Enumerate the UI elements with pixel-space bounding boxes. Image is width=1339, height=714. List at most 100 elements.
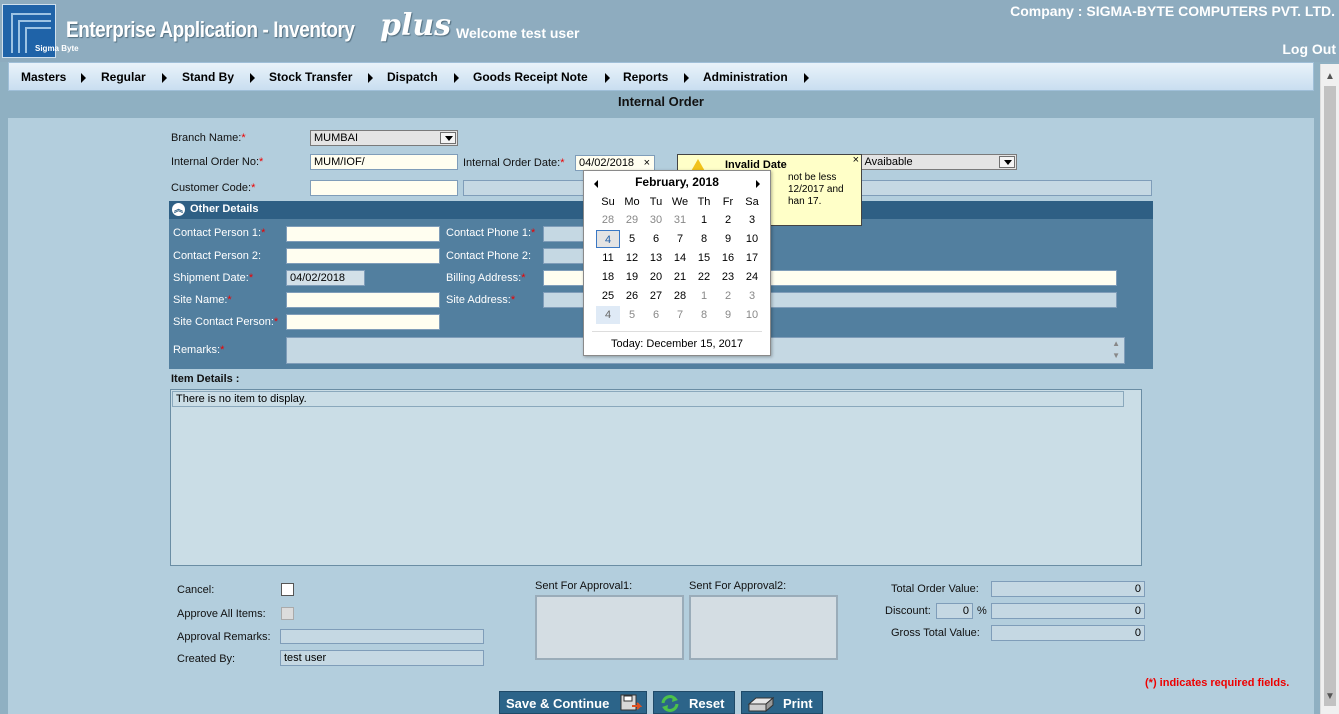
- calendar-day[interactable]: 2: [716, 287, 740, 305]
- branch-select[interactable]: MUMBAI: [310, 130, 458, 146]
- calendar-day[interactable]: 19: [620, 268, 644, 286]
- menu-arrow-icon: [684, 73, 689, 83]
- calendar-day[interactable]: 20: [644, 268, 668, 286]
- calendar-day[interactable]: 29: [620, 211, 644, 229]
- contact-person2-input[interactable]: [286, 248, 440, 264]
- calendar-day[interactable]: 30: [644, 211, 668, 229]
- shipment-date-input[interactable]: 04/02/2018: [286, 270, 365, 286]
- menu-arrow-icon: [605, 73, 610, 83]
- menu-dispatch[interactable]: Dispatch: [387, 70, 438, 84]
- clear-date-icon[interactable]: ×: [644, 157, 650, 169]
- chevron-down-icon[interactable]: [999, 156, 1015, 168]
- calendar-day[interactable]: 1: [692, 211, 716, 229]
- site-name-input[interactable]: [286, 292, 440, 308]
- calendar-day[interactable]: 3: [740, 211, 764, 229]
- textarea-scroll-icon[interactable]: ▲ ▼: [1112, 338, 1120, 362]
- calendar-day[interactable]: 7: [668, 230, 692, 248]
- calendar-day[interactable]: 10: [740, 230, 764, 248]
- calendar-day[interactable]: 28: [668, 287, 692, 305]
- collapse-up-icon[interactable]: ︽: [172, 203, 185, 216]
- approve-all-checkbox[interactable]: [281, 607, 294, 620]
- site-contact-input[interactable]: [286, 314, 440, 330]
- customer-code-input[interactable]: [310, 180, 458, 196]
- status-select[interactable]: t Avaibable: [855, 154, 1017, 170]
- calendar-day[interactable]: 21: [668, 268, 692, 286]
- calendar-weekday: Th: [697, 196, 711, 208]
- calendar-day[interactable]: 11: [596, 249, 620, 267]
- calendar-day[interactable]: 16: [716, 249, 740, 267]
- menu-stock-transfer[interactable]: Stock Transfer: [269, 70, 352, 84]
- other-details-title: Other Details: [190, 203, 259, 215]
- menu-reports[interactable]: Reports: [623, 70, 668, 84]
- calendar-day[interactable]: 17: [740, 249, 764, 267]
- calendar-day[interactable]: 2: [716, 211, 740, 229]
- scroll-up-icon[interactable]: ▲: [1321, 68, 1339, 86]
- calendar-day[interactable]: 6: [644, 306, 668, 324]
- app-title: Enterprise Application - Inventory: [66, 17, 355, 42]
- menu-stand-by[interactable]: Stand By: [182, 70, 234, 84]
- calendar-day[interactable]: 3: [740, 287, 764, 305]
- calendar-day[interactable]: 28: [596, 211, 620, 229]
- save-disk-icon: [620, 694, 642, 711]
- menu-masters[interactable]: Masters: [21, 70, 66, 84]
- calendar-day[interactable]: 13: [644, 249, 668, 267]
- scroll-down-icon[interactable]: ▼: [1321, 688, 1339, 706]
- close-icon[interactable]: ×: [853, 154, 859, 166]
- site-address-label: Site Address:*: [446, 294, 516, 306]
- calendar-day[interactable]: 23: [716, 268, 740, 286]
- internal-order-no-label: Internal Order No:*: [171, 156, 264, 168]
- page-scrollbar[interactable]: ▲ ▼: [1320, 64, 1339, 714]
- arrow-right-icon[interactable]: [756, 180, 760, 188]
- contact-person2-label: Contact Person 2:: [173, 250, 262, 262]
- approval-remarks-input[interactable]: [280, 629, 484, 644]
- menu-administration[interactable]: Administration: [703, 70, 788, 84]
- internal-order-no-input[interactable]: MUM/IOF/: [310, 154, 458, 170]
- cancel-checkbox[interactable]: [281, 583, 294, 596]
- print-button-label: Print: [783, 696, 813, 711]
- contact-person1-label: Contact Person 1:*: [173, 227, 266, 239]
- calendar-day[interactable]: 7: [668, 306, 692, 324]
- contact-person1-input[interactable]: [286, 226, 440, 242]
- calendar-day[interactable]: 18: [596, 268, 620, 286]
- print-button[interactable]: Print: [741, 691, 823, 714]
- reset-arrows-icon: [661, 695, 679, 712]
- calendar-day[interactable]: 6: [644, 230, 668, 248]
- tooltip-message: not be less 12/2017 and han 17.: [788, 172, 844, 207]
- created-by-field: test user: [280, 650, 484, 666]
- calendar-day[interactable]: 10: [740, 306, 764, 324]
- calendar-day[interactable]: 1: [692, 287, 716, 305]
- item-details-grid[interactable]: There is no item to display.: [170, 389, 1142, 566]
- calendar-day[interactable]: 25: [596, 287, 620, 305]
- arrow-left-icon[interactable]: [594, 180, 598, 188]
- calendar-today-link[interactable]: Today: December 15, 2017: [584, 338, 770, 350]
- chevron-down-icon[interactable]: [440, 132, 456, 144]
- calendar-day[interactable]: 24: [740, 268, 764, 286]
- calendar-day[interactable]: 4: [596, 306, 620, 324]
- calendar-day[interactable]: 15: [692, 249, 716, 267]
- save-continue-button[interactable]: Save & Continue: [499, 691, 647, 714]
- calendar-day[interactable]: 5: [620, 230, 644, 248]
- menu-regular[interactable]: Regular: [101, 70, 146, 84]
- calendar-day[interactable]: 8: [692, 306, 716, 324]
- calendar-day[interactable]: 14: [668, 249, 692, 267]
- calendar-day[interactable]: 9: [716, 306, 740, 324]
- calendar-day[interactable]: 12: [620, 249, 644, 267]
- discount-percent-input[interactable]: 0: [936, 603, 973, 619]
- calendar-day[interactable]: 26: [620, 287, 644, 305]
- calendar-day[interactable]: 5: [620, 306, 644, 324]
- calendar-day[interactable]: 8: [692, 230, 716, 248]
- logout-link[interactable]: Log Out: [1282, 41, 1336, 57]
- item-details-title: Item Details :: [171, 373, 240, 385]
- calendar-day[interactable]: 9: [716, 230, 740, 248]
- calendar-day[interactable]: 22: [692, 268, 716, 286]
- calendar-day[interactable]: 4: [596, 230, 620, 248]
- reset-button[interactable]: Reset: [653, 691, 735, 714]
- empty-grid-message: There is no item to display.: [172, 391, 1124, 407]
- scroll-thumb[interactable]: [1324, 86, 1336, 706]
- calendar-day[interactable]: 27: [644, 287, 668, 305]
- calendar-month-title[interactable]: February, 2018: [584, 175, 770, 189]
- internal-order-date-input[interactable]: 04/02/2018 ×: [575, 155, 655, 171]
- menu-goods-receipt-note[interactable]: Goods Receipt Note: [473, 70, 588, 84]
- calendar-day[interactable]: 31: [668, 211, 692, 229]
- created-by-label: Created By:: [177, 653, 236, 665]
